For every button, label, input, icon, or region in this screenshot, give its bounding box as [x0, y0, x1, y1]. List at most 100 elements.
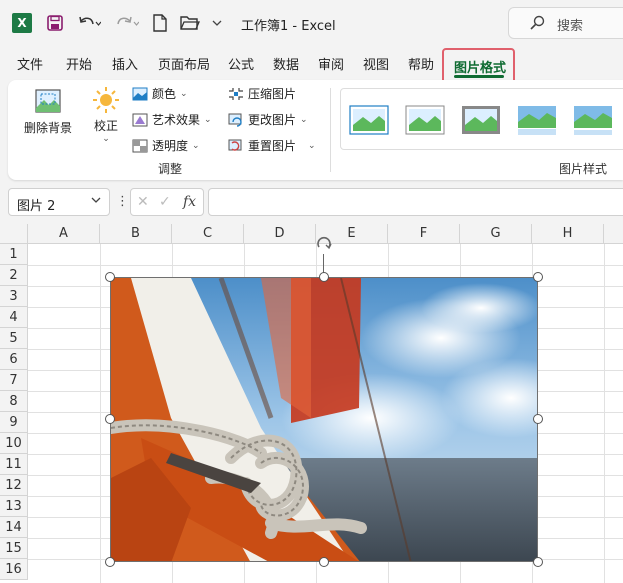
tab-home[interactable]: 开始 — [66, 54, 92, 73]
new-file-icon[interactable] — [152, 13, 168, 33]
column-header[interactable]: H — [532, 224, 604, 244]
resize-handle-top-left[interactable] — [105, 272, 115, 282]
tab-review[interactable]: 审阅 — [318, 54, 344, 73]
row-header[interactable]: 8 — [0, 391, 28, 412]
remove-background-label: 删除背景 — [23, 121, 72, 135]
redo-icon[interactable] — [114, 13, 140, 33]
column-header[interactable]: D — [244, 224, 316, 244]
column-header-partial[interactable] — [604, 224, 623, 244]
grid-line — [100, 244, 101, 583]
row-header[interactable]: 7 — [0, 370, 28, 391]
search-box[interactable]: 搜索 — [508, 7, 623, 39]
row-header[interactable]: 5 — [0, 328, 28, 349]
row-header[interactable]: 14 — [0, 517, 28, 538]
compress-icon — [229, 87, 243, 100]
column-header[interactable]: B — [100, 224, 172, 244]
corrections-label: 校正 — [93, 119, 118, 133]
tab-file[interactable]: 文件 — [17, 54, 43, 73]
remove-background-icon — [35, 89, 61, 113]
grid-line — [28, 265, 623, 266]
row-header[interactable]: 13 — [0, 496, 28, 517]
row-header[interactable]: 2 — [0, 265, 28, 286]
tab-view[interactable]: 视图 — [363, 54, 389, 73]
compress-pictures-button[interactable]: 压缩图片 — [228, 85, 296, 102]
name-box[interactable]: 图片 2 — [8, 188, 110, 216]
sun-icon — [93, 87, 119, 113]
reset-picture-label: 重置图片 — [248, 139, 297, 153]
formula-controls: ✕ ✓ fx — [130, 188, 204, 216]
change-picture-button[interactable]: 更改图片 ⌄ — [228, 111, 308, 128]
corrections-button[interactable]: 校正 ⌄ — [90, 86, 122, 144]
picture-style-3[interactable] — [461, 103, 501, 137]
active-tab-underline — [454, 75, 504, 78]
row-header[interactable]: 1 — [0, 244, 28, 265]
search-icon — [529, 15, 545, 31]
artistic-effects-label: 艺术效果 — [152, 113, 201, 127]
resize-handle-bottom-left[interactable] — [105, 557, 115, 567]
chevron-down-icon[interactable] — [210, 13, 224, 33]
transparency-icon — [132, 139, 148, 152]
remove-background-button[interactable]: 删除背景 — [20, 88, 76, 136]
picture-style-2[interactable] — [405, 103, 445, 137]
artistic-effects-button[interactable]: 艺术效果 ⌄ — [132, 111, 212, 128]
row-header[interactable]: 4 — [0, 307, 28, 328]
worksheet-grid[interactable]: A B C D E F G H 1 2 3 4 5 6 7 8 9 10 11 … — [0, 224, 623, 583]
tab-help[interactable]: 帮助 — [408, 54, 434, 73]
column-header[interactable]: F — [388, 224, 460, 244]
picture-style-1[interactable] — [349, 103, 389, 137]
search-label: 搜索 — [557, 19, 584, 34]
transparency-button[interactable]: 透明度 ⌄ — [132, 137, 200, 154]
tab-insert[interactable]: 插入 — [112, 54, 138, 73]
open-folder-icon[interactable] — [180, 13, 200, 33]
title-bar: X 工作簿1 - Excel 搜索 — [0, 0, 623, 46]
row-header[interactable]: 10 — [0, 433, 28, 454]
row-header[interactable]: 9 — [0, 412, 28, 433]
reset-picture-button[interactable]: 重置图片 ⌄ — [228, 137, 316, 154]
ribbon-tabs: 文件 开始 插入 页面布局 公式 数据 审阅 视图 帮助 — [0, 46, 623, 80]
picture-style-4[interactable] — [517, 103, 557, 137]
color-button[interactable]: 颜色 ⌄ — [132, 85, 188, 102]
sailboat-photo — [111, 278, 537, 561]
cancel-icon[interactable]: ✕ — [137, 194, 149, 210]
undo-icon[interactable] — [76, 13, 102, 33]
row-header[interactable]: 16 — [0, 559, 28, 580]
row-header[interactable]: 6 — [0, 349, 28, 370]
tab-data[interactable]: 数据 — [273, 54, 299, 73]
row-header[interactable]: 3 — [0, 286, 28, 307]
tab-page-layout[interactable]: 页面布局 — [158, 54, 210, 73]
resize-handle-right[interactable] — [533, 414, 543, 424]
row-header[interactable]: 11 — [0, 454, 28, 475]
resize-handle-bottom[interactable] — [319, 557, 329, 567]
row-header[interactable]: 12 — [0, 475, 28, 496]
resize-handle-left[interactable] — [105, 414, 115, 424]
window-title: 工作簿1 - Excel — [241, 19, 336, 34]
group-separator — [330, 88, 331, 172]
change-picture-label: 更改图片 — [248, 113, 297, 127]
select-all-corner[interactable] — [0, 224, 28, 244]
formula-input[interactable] — [208, 188, 623, 216]
name-box-value: 图片 2 — [17, 199, 56, 214]
resize-handle-top[interactable] — [319, 272, 329, 282]
column-header[interactable]: C — [172, 224, 244, 244]
picture-sailboat-rope[interactable] — [110, 277, 538, 562]
grid-line — [604, 244, 605, 583]
reset-picture-icon — [228, 139, 242, 151]
tab-formulas[interactable]: 公式 — [228, 54, 254, 73]
picture-styles-gallery — [340, 88, 623, 150]
color-icon — [132, 87, 148, 100]
compress-label: 压缩图片 — [248, 87, 297, 101]
rotate-handle-icon[interactable] — [315, 236, 333, 254]
resize-handle-bottom-right[interactable] — [533, 557, 543, 567]
insert-function-icon[interactable]: fx — [183, 194, 196, 210]
save-icon[interactable] — [46, 13, 64, 33]
ribbon-panel: 删除背景 校正 ⌄ 颜色 ⌄ 艺术效果 ⌄ 透明度 ⌄ 压缩图片 更改图片 ⌄ 重置图片… — [8, 80, 623, 180]
picture-style-5[interactable] — [573, 103, 613, 137]
more-options-icon[interactable]: ⋮ — [116, 194, 129, 209]
resize-handle-top-right[interactable] — [533, 272, 543, 282]
group-label-adjust: 调整 — [158, 162, 183, 176]
row-header[interactable]: 15 — [0, 538, 28, 559]
column-header[interactable]: G — [460, 224, 532, 244]
column-header[interactable]: A — [28, 224, 100, 244]
color-label: 颜色 — [152, 87, 177, 101]
confirm-icon[interactable]: ✓ — [159, 194, 171, 210]
